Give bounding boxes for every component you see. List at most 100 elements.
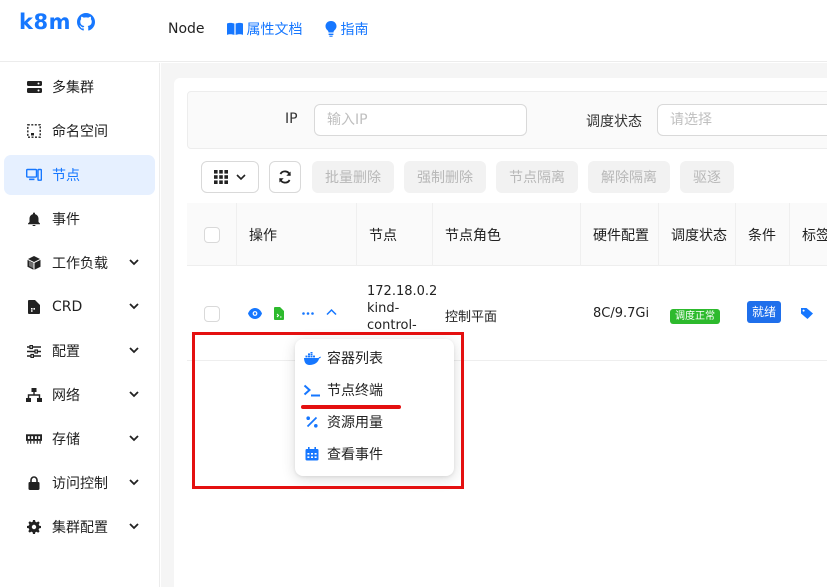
sidebar-item-clusters[interactable]: 多集群 <box>4 67 155 107</box>
sidebar-item-config[interactable]: 配置 <box>4 331 155 371</box>
sidebar-item-label: 网络 <box>52 388 80 404</box>
lightbulb-icon <box>325 21 337 37</box>
lock-icon <box>26 475 42 491</box>
app-logo-text[interactable]: k8m <box>19 10 71 34</box>
menu-item-label: 容器列表 <box>327 351 383 367</box>
column-header-schedule-status[interactable]: 调度状态 <box>659 203 736 266</box>
sliders-icon <box>26 343 42 359</box>
sidebar-item-network[interactable]: 网络 <box>4 375 155 415</box>
column-header-node[interactable]: 节点 <box>357 203 433 266</box>
memory-icon <box>26 431 42 447</box>
row-checkbox[interactable] <box>204 306 220 322</box>
node-ip: 172.18.0.2 <box>367 284 438 299</box>
sidebar-item-label: 集群配置 <box>52 520 108 536</box>
chevron-up-icon[interactable] <box>326 308 337 316</box>
nav-node-link[interactable]: Node <box>168 21 205 37</box>
node-name-line-1: kind- <box>367 301 400 316</box>
sidebar-item-cluster-config[interactable]: 集群配置 <box>4 507 155 547</box>
select-all-cell <box>187 203 237 266</box>
column-header-role[interactable]: 节点角色 <box>433 203 581 266</box>
network-icon <box>26 387 42 403</box>
menu-item-node-terminal[interactable]: 节点终端 <box>303 375 446 405</box>
calendar-icon <box>303 445 321 463</box>
chevron-down-icon <box>129 435 139 442</box>
status-filter-select[interactable]: 请选择 <box>657 104 827 136</box>
gear-icon <box>26 519 42 535</box>
bell-icon <box>26 211 42 227</box>
sidebar-item-namespaces[interactable]: 命名空间 <box>4 111 155 151</box>
chevron-down-icon <box>129 259 139 266</box>
sidebar-item-label: 存储 <box>52 432 80 448</box>
github-icon[interactable] <box>76 13 95 31</box>
force-delete-button[interactable]: 强制删除 <box>404 161 486 193</box>
status-filter-label: 调度状态 <box>586 114 642 130</box>
table-row: 172.18.0.2 kind- control- 控制平面 8C/9.7Gi … <box>187 266 827 361</box>
nav-guide-link[interactable]: 指南 <box>325 19 369 39</box>
terminal-icon <box>303 381 321 399</box>
menu-item-view-events[interactable]: 查看事件 <box>303 439 446 469</box>
column-header-condition[interactable]: 条件 <box>736 203 790 266</box>
sidebar-item-label: 命名空间 <box>52 124 108 140</box>
sidebar-item-label: 访问控制 <box>52 476 108 492</box>
node-icon <box>26 167 42 183</box>
book-icon <box>226 22 243 35</box>
hardware-cell: 8C/9.7Gi <box>593 306 650 321</box>
uncordon-button[interactable]: 解除隔离 <box>588 161 670 193</box>
menu-item-label: 资源用量 <box>327 415 383 431</box>
drain-button[interactable]: 驱逐 <box>680 161 734 193</box>
sidebar-item-label: 多集群 <box>52 80 94 96</box>
table-header: 操作 节点 节点角色 硬件配置 调度状态 条件 标签 <box>187 203 827 266</box>
node-role-cell: 控制平面 <box>445 310 498 325</box>
nav-guide-label: 指南 <box>340 22 369 38</box>
select-all-checkbox[interactable] <box>204 227 220 243</box>
column-header-labels[interactable]: 标签 <box>790 203 827 266</box>
nav-docs-label: 属性文档 <box>246 22 303 38</box>
server-icon <box>26 79 42 95</box>
sidebar-item-crd[interactable]: CRD <box>4 287 155 327</box>
refresh-button[interactable] <box>269 161 301 193</box>
eye-icon[interactable] <box>248 308 262 319</box>
more-icon[interactable] <box>302 312 314 315</box>
sidebar: 多集群 命名空间 节点 事件 工作负载 CRD 配置 网络 存储 访问控制 集群… <box>0 63 160 587</box>
sidebar-item-label: CRD <box>52 299 83 315</box>
node-name-cell[interactable]: 172.18.0.2 kind- control- <box>367 283 437 334</box>
refresh-icon <box>279 170 291 184</box>
sidebar-item-label: 工作负载 <box>52 256 108 272</box>
top-header: k8m Node 属性文档 指南 <box>0 0 827 62</box>
tag-icon[interactable] <box>801 308 813 319</box>
sidebar-item-access-control[interactable]: 访问控制 <box>4 463 155 503</box>
sidebar-item-events[interactable]: 事件 <box>4 199 155 239</box>
chevron-down-icon <box>129 347 139 354</box>
sidebar-item-workloads[interactable]: 工作负载 <box>4 243 155 283</box>
docker-icon <box>303 349 321 367</box>
sidebar-item-label: 节点 <box>52 168 80 184</box>
chevron-down-icon <box>129 523 139 530</box>
menu-item-resource-usage[interactable]: 资源用量 <box>303 407 446 437</box>
ip-filter-input[interactable]: 输入IP <box>314 104 527 136</box>
column-header-actions[interactable]: 操作 <box>237 203 357 266</box>
cordon-button[interactable]: 节点隔离 <box>496 161 578 193</box>
sidebar-item-label: 配置 <box>52 344 80 360</box>
chevron-down-icon <box>236 174 246 181</box>
namespace-icon <box>26 123 42 139</box>
highlight-underline <box>301 405 401 409</box>
batch-delete-button[interactable]: 批量删除 <box>312 161 394 193</box>
ip-filter-label: IP <box>285 111 298 127</box>
nav-docs-link[interactable]: 属性文档 <box>226 19 303 39</box>
menu-item-container-list[interactable]: 容器列表 <box>303 343 446 373</box>
status-badge: 调度正常 <box>670 309 720 324</box>
node-name-line-2: control- <box>367 318 417 333</box>
yaml-file-icon[interactable] <box>274 307 284 320</box>
sidebar-item-nodes[interactable]: 节点 <box>4 155 155 195</box>
top-nav: Node 属性文档 指南 <box>168 19 369 39</box>
app-logo[interactable]: k8m <box>19 10 95 34</box>
node-list-card: IP 输入IP 调度状态 请选择 批量删除 强制删除 节点隔离 解除隔离 驱逐 <box>174 78 827 587</box>
menu-item-label: 查看事件 <box>327 447 383 463</box>
column-toggle-button[interactable] <box>201 161 259 193</box>
grid-icon <box>214 170 228 184</box>
sidebar-item-storage[interactable]: 存储 <box>4 419 155 459</box>
condition-badge: 就绪 <box>747 301 782 323</box>
column-header-hardware[interactable]: 硬件配置 <box>581 203 659 266</box>
schedule-status-cell: 调度正常 <box>670 307 720 324</box>
main-content: IP 输入IP 调度状态 请选择 批量删除 强制删除 节点隔离 解除隔离 驱逐 <box>161 63 827 587</box>
